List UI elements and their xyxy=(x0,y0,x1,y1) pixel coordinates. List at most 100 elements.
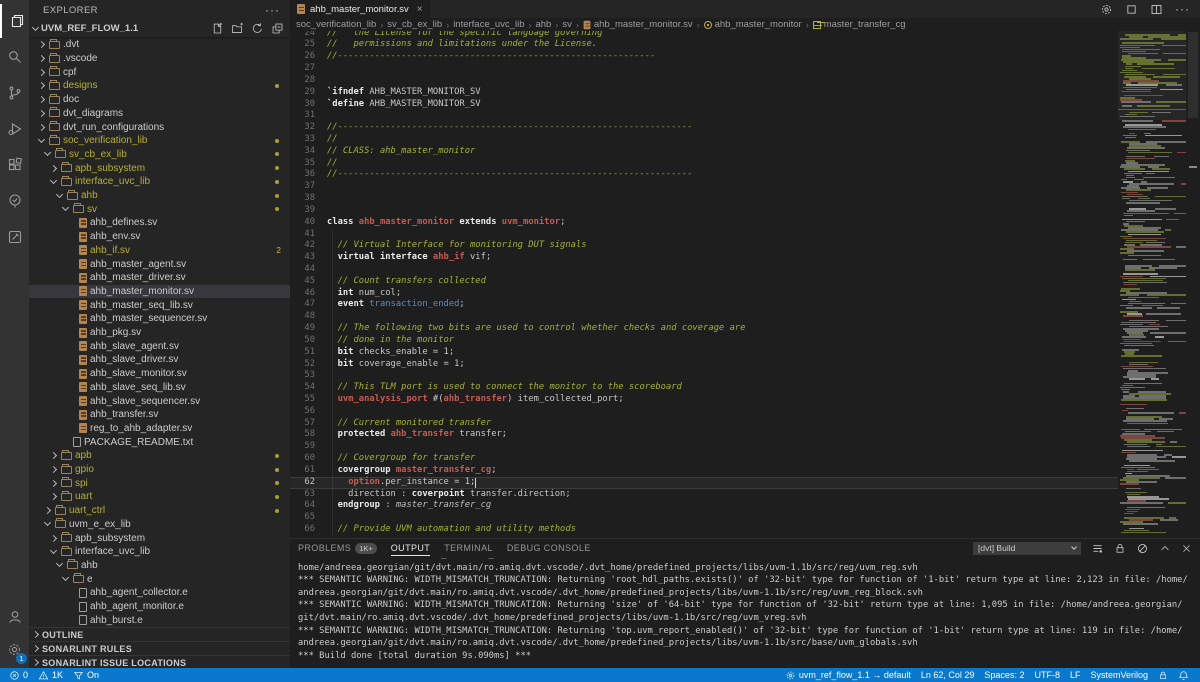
code-line-51[interactable]: 51 bit checks_enable = 1; xyxy=(290,347,1118,359)
workspace-section-header[interactable]: UVM_REF_FLOW_1.1 xyxy=(29,20,290,37)
tree-item-spi[interactable]: spi xyxy=(29,476,290,490)
tree-item-ahb-slave-seq-lib-sv[interactable]: ahb_slave_seq_lib.sv xyxy=(29,381,290,395)
maximize-panel-icon[interactable] xyxy=(1159,542,1171,554)
breadcrumb-item-interface-uvc-lib[interactable]: interface_uvc_lib xyxy=(453,19,524,30)
breadcrumb-item-ahb-master-monitor-sv[interactable]: ahb_master_monitor.sv xyxy=(583,19,693,30)
code-line-62[interactable]: 62 option.per_instance = 1; xyxy=(290,477,1118,489)
tree-item-ahb-slave-sequencer-sv[interactable]: ahb_slave_sequencer.sv xyxy=(29,394,290,408)
tree-item-gpio[interactable]: gpio xyxy=(29,463,290,477)
tree-item-ahb-slave-agent-sv[interactable]: ahb_slave_agent.sv xyxy=(29,339,290,353)
code-line-57[interactable]: 57 // Current monitored transfer xyxy=(290,418,1118,430)
code-line-33[interactable]: 33// xyxy=(290,134,1118,146)
minimap[interactable] xyxy=(1118,18,1186,538)
tab-ahb-master-monitor[interactable]: ahb_master_monitor.sv × xyxy=(290,0,430,18)
search-icon[interactable] xyxy=(0,40,29,74)
tree-item-e[interactable]: e xyxy=(29,572,290,586)
code-line-54[interactable]: 54 // This TLM port is used to connect t… xyxy=(290,382,1118,394)
code-line-64[interactable]: 64 endgroup : master_transfer_cg xyxy=(290,500,1118,512)
tree-item-ahb-agent-collector-e[interactable]: ahb_agent_collector.e xyxy=(29,586,290,600)
split-editor-icon[interactable] xyxy=(1150,3,1163,16)
code-line-59[interactable]: 59 xyxy=(290,441,1118,453)
breadcrumb-item-ahb-master-monitor[interactable]: ahb_master_monitor xyxy=(704,19,802,30)
code-line-37[interactable]: 37 xyxy=(290,181,1118,193)
code-line-42[interactable]: 42 // Virtual Interface for monitoring D… xyxy=(290,240,1118,252)
code-line-30[interactable]: 30`define AHB_MASTER_MONITOR_SV xyxy=(290,99,1118,111)
tree-item-interface-uvc-lib[interactable]: interface_uvc_lib xyxy=(29,175,290,189)
code-line-55[interactable]: 55 uvm_analysis_port #(ahb_transfer) ite… xyxy=(290,394,1118,406)
section-sonarlint-issue-locations[interactable]: SONARLINT ISSUE LOCATIONS xyxy=(29,655,290,668)
status-encoding[interactable]: UTF-8 xyxy=(1029,668,1065,682)
output-channel-select[interactable]: [dvt] Build xyxy=(973,542,1081,555)
code-line-24[interactable]: 24// the License for the specific langua… xyxy=(290,31,1118,39)
code-line-32[interactable]: 32//------------------------------------… xyxy=(290,122,1118,134)
code-line-34[interactable]: 34// CLASS: ahb_master_monitor xyxy=(290,146,1118,158)
code-line-43[interactable]: 43 virtual interface ahb_if vif; xyxy=(290,252,1118,264)
open-output-in-editor-icon[interactable] xyxy=(1091,542,1104,555)
tree-item--dvt[interactable]: .dvt xyxy=(29,38,290,52)
status-project-config[interactable]: uvm_ref_flow_1.1 → default xyxy=(780,668,916,682)
tree-item-ahb-burst-e[interactable]: ahb_burst.e xyxy=(29,613,290,627)
editor-scrollbar[interactable] xyxy=(1186,18,1200,538)
code-line-52[interactable]: 52 bit coverage_enable = 1; xyxy=(290,359,1118,371)
code-line-26[interactable]: 26//------------------------------------… xyxy=(290,51,1118,63)
new-folder-icon[interactable] xyxy=(231,22,244,35)
status-indentation[interactable]: Spaces: 2 xyxy=(979,668,1029,682)
code-line-27[interactable]: 27 xyxy=(290,63,1118,75)
tree-item-ahb-defines-sv[interactable]: ahb_defines.sv xyxy=(29,216,290,230)
tree-item-soc-verification-lib[interactable]: soc_verification_lib xyxy=(29,134,290,148)
tree-item-sv-cb-ex-lib[interactable]: sv_cb_ex_lib xyxy=(29,148,290,162)
tree-item-uvm-e-ex-lib[interactable]: uvm_e_ex_lib xyxy=(29,518,290,532)
code-line-44[interactable]: 44 xyxy=(290,264,1118,276)
code-line-36[interactable]: 36//------------------------------------… xyxy=(290,169,1118,181)
tree-item-ahb-master-seq-lib-sv[interactable]: ahb_master_seq_lib.sv xyxy=(29,298,290,312)
tree-item-apb[interactable]: apb xyxy=(29,449,290,463)
code-line-29[interactable]: 29`ifndef AHB_MASTER_MONITOR_SV xyxy=(290,87,1118,99)
account-icon[interactable] xyxy=(0,600,29,634)
code-line-39[interactable]: 39 xyxy=(290,205,1118,217)
tree-item-dvt-run-configurations[interactable]: dvt_run_configurations xyxy=(29,120,290,134)
panel-tab-debug-console[interactable]: DEBUG CONSOLE xyxy=(507,539,591,557)
status-notifications[interactable] xyxy=(1173,668,1194,682)
panel-tab-problems[interactable]: PROBLEMS1K+ xyxy=(298,539,377,557)
tree-item-ahb[interactable]: ahb xyxy=(29,559,290,573)
collapse-all-icon[interactable] xyxy=(271,22,284,35)
run-debug-icon[interactable] xyxy=(0,112,29,146)
status-eol[interactable]: LF xyxy=(1065,668,1086,682)
tree-item-ahb-master-driver-sv[interactable]: ahb_master_driver.sv xyxy=(29,271,290,285)
close-panel-icon[interactable] xyxy=(1181,543,1192,554)
tree-item-dvt-diagrams[interactable]: dvt_diagrams xyxy=(29,107,290,121)
tree-item-ahb[interactable]: ahb xyxy=(29,189,290,203)
code-line-50[interactable]: 50 // done in the monitor xyxy=(290,335,1118,347)
tree-item-cpf[interactable]: cpf xyxy=(29,65,290,79)
code-line-63[interactable]: 63 direction : coverpoint transfer.direc… xyxy=(290,489,1118,501)
tree-item-apb-subsystem[interactable]: apb_subsystem xyxy=(29,531,290,545)
section-outline[interactable]: OUTLINE xyxy=(29,627,290,641)
refresh-icon[interactable] xyxy=(251,22,264,35)
sidebar-more-actions-icon[interactable]: ··· xyxy=(265,3,280,17)
tree-item-ahb-agent-monitor-e[interactable]: ahb_agent_monitor.e xyxy=(29,600,290,614)
code-line-56[interactable]: 56 xyxy=(290,406,1118,418)
code-line-46[interactable]: 46 int num_col; xyxy=(290,288,1118,300)
lock-autoscroll-icon[interactable] xyxy=(1114,542,1126,555)
code-line-49[interactable]: 49 // The following two bits are used to… xyxy=(290,323,1118,335)
code-editor[interactable]: 24// the License for the specific langua… xyxy=(290,31,1118,538)
code-line-66[interactable]: 66 // Provide UVM automation and utility… xyxy=(290,524,1118,536)
settings-gear-icon[interactable]: 1 xyxy=(0,632,29,666)
code-line-45[interactable]: 45 // Count transfers collected xyxy=(290,276,1118,288)
layout-icon[interactable] xyxy=(1125,3,1138,16)
tab-close-icon[interactable]: × xyxy=(417,4,423,15)
code-line-58[interactable]: 58 protected ahb_transfer transfer; xyxy=(290,429,1118,441)
section-sonarlint-rules[interactable]: SONARLINT RULES xyxy=(29,641,290,655)
code-line-60[interactable]: 60 // Covergroup for transfer xyxy=(290,453,1118,465)
new-file-icon[interactable] xyxy=(211,22,224,35)
tree-item-sv[interactable]: sv xyxy=(29,202,290,216)
status-lock[interactable] xyxy=(1153,668,1173,682)
editor-more-actions-icon[interactable]: ··· xyxy=(1175,2,1190,16)
tree-item-ahb-master-sequencer-sv[interactable]: ahb_master_sequencer.sv xyxy=(29,312,290,326)
tree-item-ahb-pkg-sv[interactable]: ahb_pkg.sv xyxy=(29,326,290,340)
dvt-tool-icon[interactable] xyxy=(0,220,29,254)
code-line-25[interactable]: 25// permissions and limitations under t… xyxy=(290,39,1118,51)
status-cursor-position[interactable]: Ln 62, Col 29 xyxy=(916,668,980,682)
tree-item-ahb-master-agent-sv[interactable]: ahb_master_agent.sv xyxy=(29,257,290,271)
code-line-53[interactable]: 53 xyxy=(290,370,1118,382)
